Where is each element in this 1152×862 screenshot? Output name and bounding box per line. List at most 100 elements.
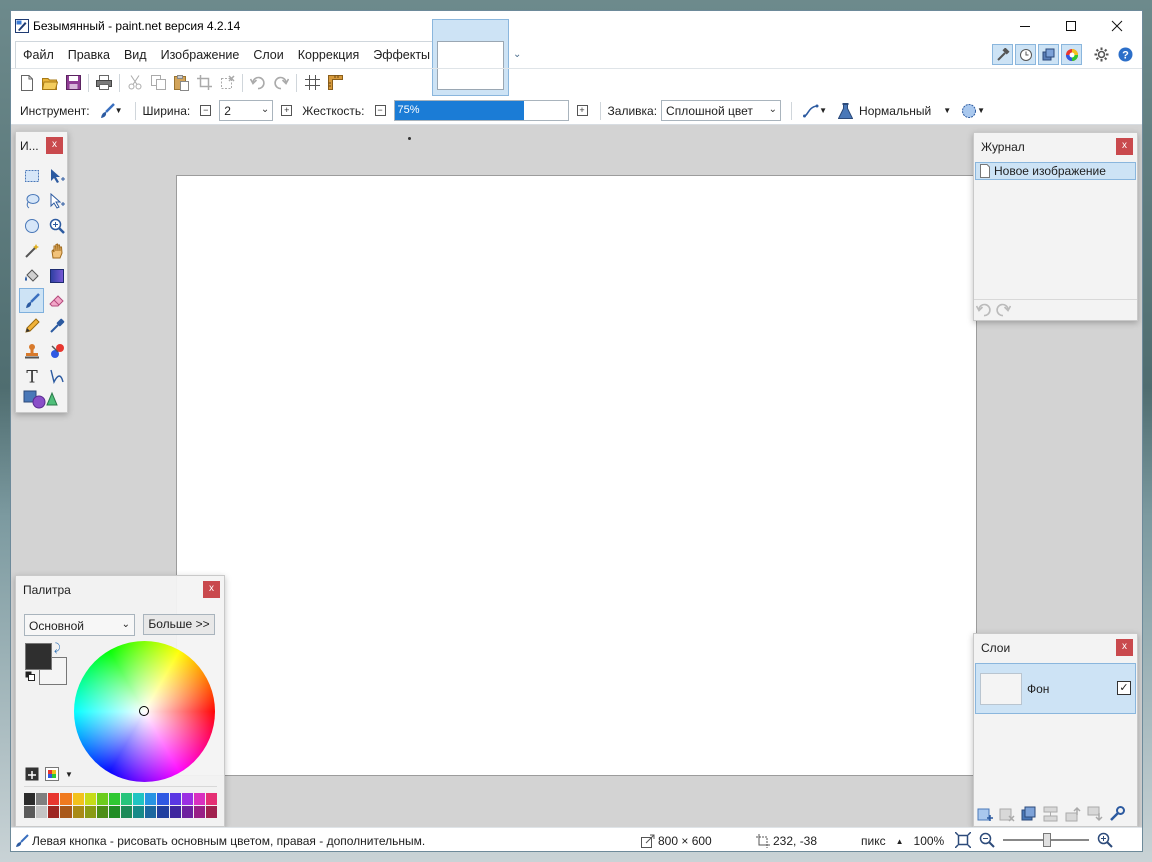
tool-rectangle-select[interactable] (19, 163, 44, 188)
zoom-slider[interactable] (1003, 831, 1089, 849)
palette-swatch[interactable] (181, 806, 193, 818)
tools-panel-close-button[interactable]: x (46, 137, 63, 154)
units-value[interactable]: пикс (861, 834, 886, 848)
menu-image[interactable]: Изображение (154, 42, 247, 68)
layers-panel-close-button[interactable]: x (1116, 639, 1133, 656)
close-button[interactable] (1094, 11, 1140, 41)
palette-swatch[interactable] (108, 806, 120, 818)
palette-swatch[interactable] (145, 793, 157, 805)
move-layer-down-button[interactable] (1087, 806, 1103, 822)
deselect-button[interactable] (216, 72, 238, 94)
grid-toggle-button[interactable] (301, 72, 323, 94)
tool-color-picker[interactable] (44, 313, 69, 338)
palette-panel-close-button[interactable]: x (203, 581, 220, 598)
copy-button[interactable] (147, 72, 169, 94)
palette-swatch[interactable] (169, 793, 181, 805)
palette-swatch[interactable] (133, 793, 145, 805)
palette-more-button[interactable]: Больше >> (143, 614, 215, 635)
paste-button[interactable] (170, 72, 192, 94)
palette-swatch[interactable] (24, 793, 36, 805)
minimize-button[interactable] (1002, 11, 1048, 41)
menu-adjustments[interactable]: Коррекция (291, 42, 366, 68)
primary-color-swatch[interactable] (25, 643, 52, 670)
palette-swatch[interactable] (24, 806, 36, 818)
width-input[interactable]: 2 ⌄ (219, 100, 274, 121)
reset-colors-icon[interactable] (25, 671, 35, 681)
palette-swatch[interactable] (169, 806, 181, 818)
antialiasing-button[interactable]: ▼ (799, 100, 831, 122)
menu-layers[interactable]: Слои (246, 42, 290, 68)
menu-view[interactable]: Вид (117, 42, 154, 68)
zoom-in-button[interactable] (1097, 832, 1113, 848)
toggle-colors-button[interactable] (1061, 44, 1082, 65)
blend-mode-dropdown-icon[interactable]: ▼ (943, 106, 951, 115)
blend-mode-value[interactable]: Нормальный (859, 104, 931, 118)
zoom-out-button[interactable] (979, 832, 995, 848)
save-file-button[interactable] (62, 72, 84, 94)
tool-pan[interactable] (44, 238, 69, 263)
palette-swatch[interactable] (48, 793, 60, 805)
palette-swatch[interactable] (193, 793, 205, 805)
print-button[interactable] (93, 72, 115, 94)
tool-paintbrush[interactable] (19, 288, 44, 313)
tool-line-curve[interactable] (44, 363, 69, 388)
palette-swatch[interactable] (84, 806, 96, 818)
palette-swatch[interactable] (205, 806, 217, 818)
palette-swatch[interactable] (157, 806, 169, 818)
swap-colors-icon[interactable]: ⤸ (54, 642, 61, 655)
tool-pencil[interactable] (19, 313, 44, 338)
tool-shapes[interactable] (21, 386, 61, 411)
redo-button[interactable] (270, 72, 292, 94)
tool-clone-stamp[interactable] (19, 338, 44, 363)
palette-swatch[interactable] (72, 793, 84, 805)
palette-swatch[interactable] (193, 806, 205, 818)
merge-layer-down-button[interactable] (1043, 806, 1059, 822)
zoom-slider-thumb[interactable] (1043, 833, 1051, 847)
document-list-chevron-icon[interactable]: ⌄ (513, 49, 521, 60)
hardness-decrease-button[interactable]: − (374, 105, 386, 116)
palette-swatch[interactable] (121, 806, 133, 818)
duplicate-layer-button[interactable] (1021, 806, 1037, 822)
palette-swatch[interactable] (181, 793, 193, 805)
zoom-to-window-button[interactable] (955, 832, 971, 848)
menu-file[interactable]: Файл (16, 42, 61, 68)
hardness-slider[interactable]: 75% (393, 100, 569, 121)
tool-text[interactable]: T (19, 363, 44, 388)
palette-swatch[interactable] (36, 806, 48, 818)
palette-menu-button[interactable] (45, 767, 59, 781)
toggle-history-button[interactable] (1015, 44, 1036, 65)
add-to-palette-button[interactable] (25, 767, 39, 781)
history-redo-button[interactable] (995, 303, 1011, 317)
tool-zoom[interactable] (44, 213, 69, 238)
tool-magic-wand[interactable] (19, 238, 44, 263)
palette-swatch[interactable] (157, 793, 169, 805)
palette-dropdown-icon[interactable]: ▼ (65, 770, 73, 779)
tool-eraser[interactable] (44, 288, 69, 313)
settings-button[interactable] (1090, 44, 1112, 65)
layer-properties-button[interactable] (1109, 806, 1125, 822)
palette-swatch[interactable] (60, 793, 72, 805)
open-file-button[interactable] (39, 72, 61, 94)
palette-swatch[interactable] (48, 806, 60, 818)
palette-swatch[interactable] (121, 793, 133, 805)
palette-swatch[interactable] (108, 793, 120, 805)
delete-layer-button[interactable] (999, 806, 1015, 822)
maximize-button[interactable] (1048, 11, 1094, 41)
tool-gradient[interactable] (44, 263, 69, 288)
tool-recolor[interactable] (44, 338, 69, 363)
tool-move-selection[interactable] (44, 188, 69, 213)
ruler-toggle-button[interactable] (324, 72, 346, 94)
tool-ellipse-select[interactable] (19, 213, 44, 238)
menu-edit[interactable]: Правка (61, 42, 117, 68)
add-layer-button[interactable] (977, 806, 993, 822)
units-dropdown-icon[interactable]: ▲ (896, 837, 904, 846)
palette-swatch[interactable] (145, 806, 157, 818)
tool-move-selected[interactable] (44, 163, 69, 188)
palette-swatch[interactable] (36, 793, 48, 805)
move-layer-up-button[interactable] (1065, 806, 1081, 822)
menu-effects[interactable]: Эффекты (366, 42, 437, 68)
history-panel-close-button[interactable]: x (1116, 138, 1133, 155)
image-canvas[interactable] (176, 175, 977, 776)
undo-button[interactable] (247, 72, 269, 94)
width-increase-button[interactable]: + (281, 105, 293, 116)
